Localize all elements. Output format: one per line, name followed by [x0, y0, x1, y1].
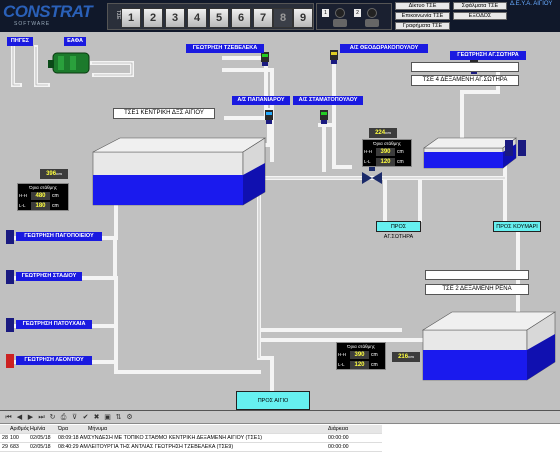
pump-icon: [505, 140, 513, 156]
last-icon[interactable]: ⏭: [37, 413, 46, 422]
refresh-icon[interactable]: ↻: [48, 413, 57, 422]
level-readout-tse2: 216cm: [392, 352, 420, 362]
label-borehole-stadiou: ΓΕΩΤΡΗΣΗ ΣΤΑΔΙΟΥ: [16, 272, 82, 281]
print-icon[interactable]: ⎙: [59, 413, 68, 422]
pump-icon: [6, 270, 14, 284]
level-readout-tse4: 224cm: [369, 128, 397, 138]
table-row[interactable]: 29 683 02/05/18 08:40:29 AM ΛΕΙΤΟΥΡΓΙΑ Τ…: [0, 443, 382, 452]
title-tse1: ΤΣΕ1 ΚΕΝΤΡΙΚΗ ΔΞΣ ΑΙΓΙΟΥ: [113, 108, 215, 119]
sort-icon[interactable]: ⇅: [114, 413, 123, 422]
pump-icon: [320, 110, 328, 124]
to-ag-sotira-button[interactable]: ΠΡΟΣ ΑΓ.ΣΩΤΗΡΑ: [376, 221, 421, 240]
pump-icon: [6, 318, 14, 332]
label-borehole-leontiou: ΓΕΩΤΡΗΣΗ ΛΕΟΝΤΙΟΥ: [16, 356, 92, 365]
valve-icon: [362, 165, 382, 184]
to-aigio-button[interactable]: ΠΡΟΣ ΑΙΓΙΟ: [236, 391, 310, 410]
label-borehole-pagopoieiou: ΓΕΩΤΡΗΣΗ ΠΑΓΟΠΟΙΕΙΟΥ: [16, 232, 102, 241]
pump-icon: [261, 52, 269, 66]
blank-box-tse4: [411, 62, 519, 72]
label-borehole-patouxaia: ΓΕΩΤΡΗΣΗ ΠΑΤΟΥΧΑΙΑ: [16, 320, 92, 329]
setpoints-tse1: Όρια στάθμης H-H 480 cm L-L 180 cm: [17, 183, 69, 211]
next-icon[interactable]: ▶: [26, 413, 35, 422]
table-header: Αριθμός Ημ/νία Ώρα Μήνυμα Διάρκεια: [0, 425, 382, 434]
pump-icon: [330, 50, 338, 64]
first-icon[interactable]: ⏮: [4, 413, 13, 422]
pump-icon: [265, 110, 273, 124]
label-pump-stamatopoulou: Α/Σ ΣΤΑΜΑΤΟΠΟΥΛΟΥ: [293, 96, 363, 105]
pump-icon: [6, 230, 14, 244]
level-readout-tse1: 396cm: [40, 169, 68, 179]
blank-box-tse2: [425, 270, 529, 280]
table-row[interactable]: 28 100 02/05/18 08:09:18 AM ΣΥΝΔΕΣΗ ΜΕ Τ…: [0, 434, 382, 443]
save-icon[interactable]: ▣: [103, 413, 112, 422]
label-borehole-ag-sotira: ΓΕΩΤΡΗΣΗ ΑΓ.ΣΩΤΗΡΑ: [450, 51, 526, 60]
log-toolbar: ⏮ ◀ ▶ ⏭ ↻ ⎙ ⊽ ✔ ✖ ▣ ⇅ ⚙: [0, 411, 560, 424]
title-tse4: ΤΣΕ 4 ΔΕΞΑΜΕΝΗ ΑΓ.ΣΩΤΗΡΑ: [411, 75, 519, 86]
title-tse2: ΤΣΕ 2 ΔΕΞΑΜΕΝΗ ΡΕΝΑ: [425, 284, 529, 295]
label-pump-theodorakopoulou: Α/Σ ΘΕΟΔΩΡΑΚΟΠΟΥΛΟΥ: [340, 44, 428, 53]
label-eafa: ΕΑΦΑ: [64, 37, 86, 46]
ack-icon[interactable]: ✔: [81, 413, 90, 422]
filter-icon[interactable]: ⊽: [70, 413, 79, 422]
settings-icon[interactable]: ⚙: [125, 413, 134, 422]
label-sources: ΠΗΓΕΣ: [7, 37, 33, 46]
setpoints-tse4: Όρια στάθμης H-H 390 cm L-L 120 cm: [362, 139, 412, 167]
pump-icon: [518, 140, 526, 156]
delete-icon[interactable]: ✖: [92, 413, 101, 422]
prev-icon[interactable]: ◀: [15, 413, 24, 422]
pump-icon: [6, 354, 14, 368]
label-pump-papaniarou: Α/Σ ΠΑΠΑΝΙΑΡΟΥ: [232, 96, 290, 105]
eafa-pump-icon: [48, 52, 90, 74]
setpoints-tse2: Όρια στάθμης H-H 390 cm L-L 120 cm: [336, 342, 386, 370]
to-koumari-button[interactable]: ΠΡΟΣ ΚΟΥΜΑΡΙ: [493, 221, 541, 232]
log-table: Αριθμός Ημ/νία Ώρα Μήνυμα Διάρκεια 28 10…: [0, 425, 382, 452]
alarm-log: ⏮ ◀ ▶ ⏭ ↻ ⎙ ⊽ ✔ ✖ ▣ ⇅ ⚙ Αριθμός Ημ/νία Ώ…: [0, 410, 560, 454]
label-borehole-tzeveleka: ΓΕΩΤΡΗΣΗ ΤΖΕΒΕΛΕΚΑ: [186, 44, 264, 53]
